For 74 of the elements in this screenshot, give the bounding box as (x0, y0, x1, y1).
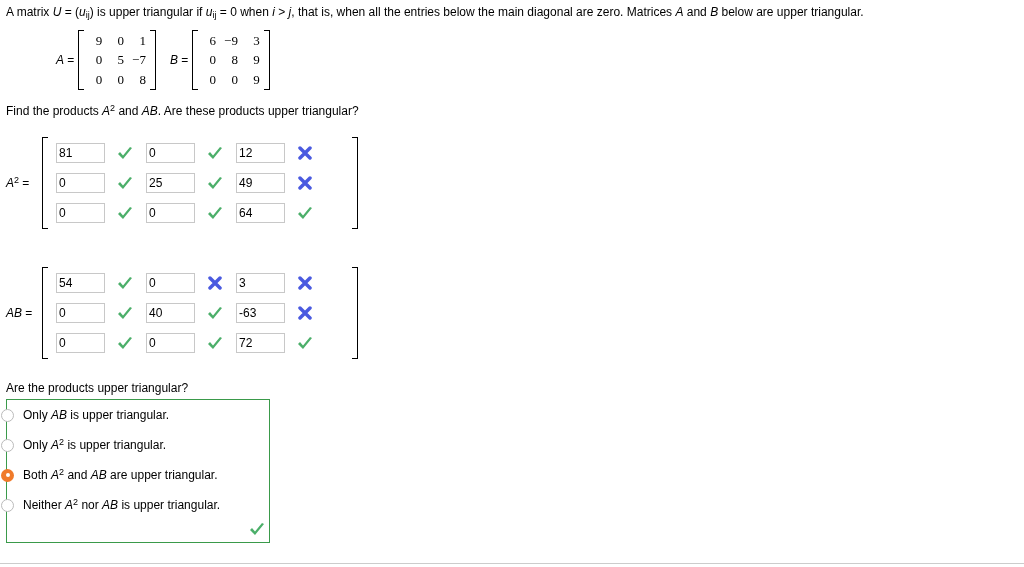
check-icon (249, 522, 265, 536)
check-icon (207, 336, 223, 350)
radio-button[interactable] (1, 408, 14, 422)
option-label[interactable]: Both A$^{2}$ and AB are upper triangular. (23, 466, 218, 484)
check-icon (297, 206, 313, 220)
matrix-entry: 0 (208, 70, 217, 89)
check-icon (207, 306, 223, 320)
matrix-entry: 0 (94, 70, 103, 89)
matrix-bracket (263, 30, 270, 90)
check-icon (117, 206, 133, 220)
matrix-entry: 1 (138, 32, 146, 50)
check-icon (117, 276, 133, 290)
matrix-label: AB = (6, 305, 34, 322)
option-label[interactable]: Neither A$^{2}$ nor AB is upper triangular. (23, 496, 221, 514)
matrix-entry: −7 (132, 51, 146, 70)
answer-field[interactable]: 0 (56, 333, 105, 353)
matrix-entry: 5 (116, 51, 125, 70)
check-icon (117, 336, 133, 350)
answer-field[interactable]: 64 (236, 203, 285, 223)
matrix-entry: 0 (94, 51, 103, 70)
matrix-entry: 8 (138, 70, 146, 89)
matrix-label: A = (56, 52, 75, 69)
option-label[interactable]: Only AB is upper triangular. (23, 406, 170, 424)
matrix-entry: 6 (208, 32, 217, 50)
radio-button[interactable] (1, 438, 14, 452)
answer-field[interactable]: 54 (56, 273, 105, 293)
cross-icon (208, 276, 222, 290)
matrix-bracket (78, 30, 85, 90)
matrix-entry: 9 (252, 51, 260, 70)
matrix-entry: −9 (224, 32, 238, 50)
check-icon (117, 176, 133, 190)
option-label[interactable]: Only A$^{2}$ is upper triangular. (23, 436, 167, 454)
check-icon (207, 176, 223, 190)
answer-field[interactable]: 0 (146, 203, 195, 223)
matrix-entry: 9 (94, 32, 103, 50)
matrix-bracket (192, 30, 199, 90)
matrix-entry: 0 (230, 70, 238, 89)
matrix-label: A$^{2}$ = (6, 174, 31, 192)
check-icon (297, 336, 313, 350)
answer-field[interactable]: 0 (56, 303, 105, 323)
answer-field[interactable]: 0 (56, 173, 105, 193)
matrix-entry: 0 (208, 51, 217, 70)
answer-field[interactable]: 40 (146, 303, 195, 323)
answer-field[interactable]: 72 (236, 333, 285, 353)
answer-field[interactable]: 0 (146, 273, 195, 293)
cross-icon (298, 276, 312, 290)
matrix-entry: 0 (116, 70, 125, 89)
radio-button[interactable] (1, 498, 14, 512)
matrix-entry: 9 (252, 70, 260, 89)
intro-text: A matrix U = (u$_{ij}$) is upper triangular if u$_{ij}$ = 0 when i > j, that is, when all the entries below the main diagonal are zero. Matrices A and B below are upper triangular. (6, 4, 865, 21)
answer-field[interactable]: 0 (56, 203, 105, 223)
matrix-entry: 0 (116, 32, 125, 50)
answer-field[interactable]: 25 (146, 173, 195, 193)
radio-button[interactable] (1, 468, 14, 482)
answer-field[interactable]: 12 (236, 143, 285, 163)
question-text: Are the products upper triangular? (6, 380, 190, 397)
cross-icon (298, 306, 312, 320)
answer-field[interactable]: -63 (236, 303, 285, 323)
matrix-label: B = (169, 52, 189, 69)
matrix-entry: 3 (252, 32, 260, 50)
check-icon (207, 146, 223, 160)
prompt-text: Find the products A$^{2}$ and AB. Are these products upper triangular? (6, 102, 360, 120)
cross-icon (298, 146, 312, 160)
answer-field[interactable]: 3 (236, 273, 285, 293)
answer-field[interactable]: 49 (236, 173, 285, 193)
matrix-bracket (149, 30, 156, 90)
check-icon (207, 206, 223, 220)
check-icon (117, 146, 133, 160)
matrix-entry: 8 (230, 51, 238, 70)
answer-field[interactable]: 0 (146, 143, 195, 163)
answer-field[interactable]: 0 (146, 333, 195, 353)
cross-icon (298, 176, 312, 190)
check-icon (117, 306, 133, 320)
answer-field[interactable]: 81 (56, 143, 105, 163)
